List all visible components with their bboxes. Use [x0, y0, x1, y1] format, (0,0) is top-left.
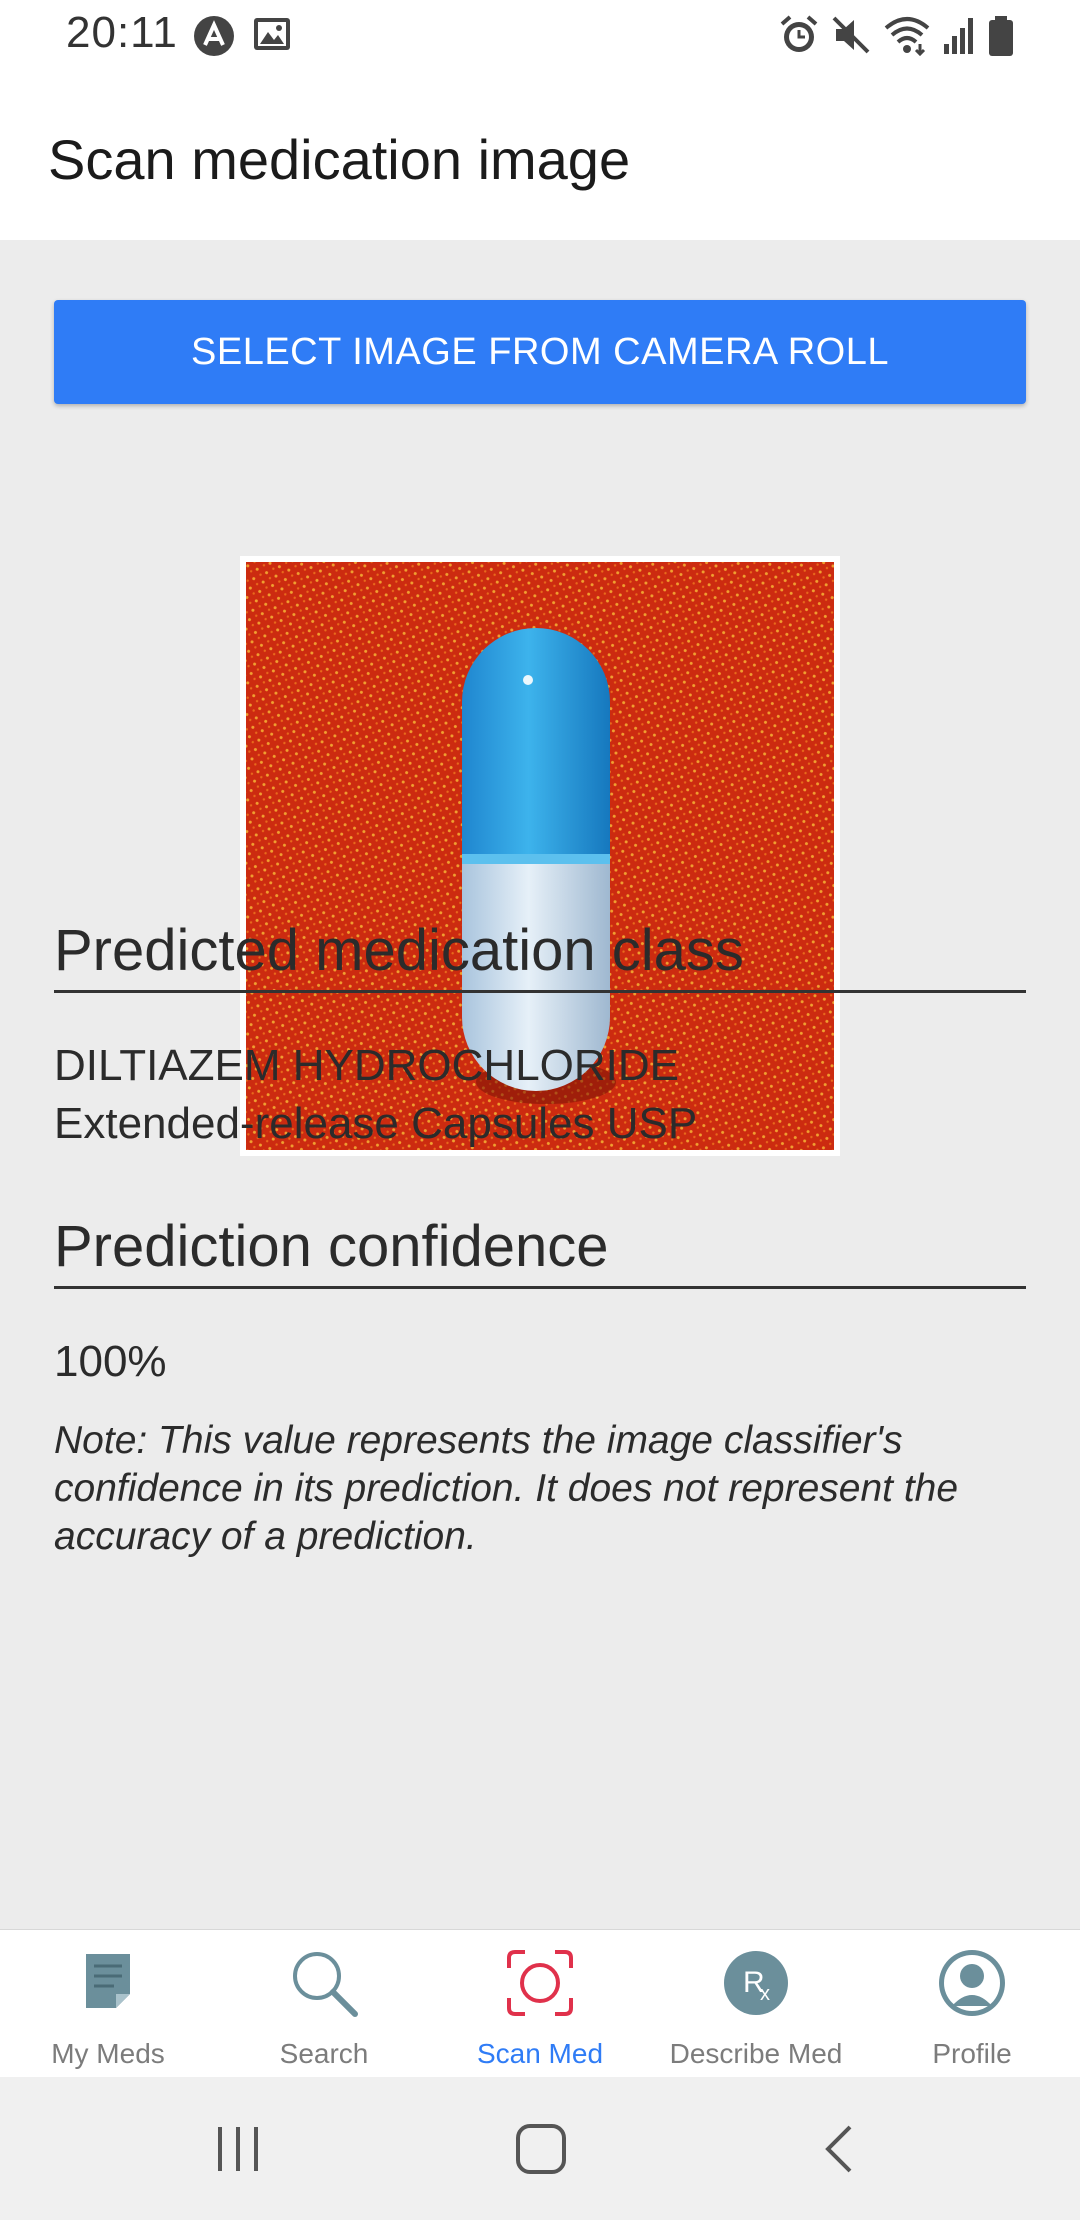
main-content[interactable]: SELECT IMAGE FROM CAMERA ROLL Predicted …: [0, 240, 1080, 1930]
notes-icon: [80, 1948, 136, 2017]
alarm-icon: [778, 14, 820, 61]
wifi-icon: [882, 14, 932, 61]
back-icon[interactable]: [820, 2121, 860, 2182]
status-bar: 20:11: [0, 0, 1080, 72]
svg-text:x: x: [760, 1983, 770, 2005]
tab-label-search: Search: [279, 2038, 369, 2069]
confidence-value: 100%: [54, 1337, 167, 1386]
confidence-note-line3: accuracy of a prediction.: [54, 1515, 477, 1558]
tab-search[interactable]: Search: [216, 1930, 432, 2078]
tab-label-describe-med: Describe Med: [669, 2038, 843, 2069]
tab-label-my-meds: My Meds: [51, 2038, 165, 2069]
system-nav-bar: [0, 2077, 1080, 2220]
prediction-heading: Predicted medication class: [54, 917, 1026, 993]
confidence-heading: Prediction confidence: [54, 1213, 1026, 1289]
app-header: Scan medication image: [0, 72, 1080, 240]
signal-icon: [940, 14, 980, 61]
image-icon: [252, 14, 292, 59]
rx-icon: Rx: [721, 1948, 791, 2023]
status-time: 20:11: [66, 8, 178, 57]
tab-my-meds[interactable]: My Meds: [0, 1930, 216, 2078]
tab-profile[interactable]: Profile: [864, 1930, 1080, 2078]
search-icon: [289, 1948, 359, 2023]
battery-icon: [986, 14, 1016, 63]
bottom-tab-bar: My Meds Search Scan Med Rx Describe Med …: [0, 1929, 1080, 2078]
prediction-value-line1: DILTIAZEM HYDROCHLORIDE: [54, 1041, 680, 1090]
recents-icon[interactable]: [214, 2121, 264, 2182]
tab-describe-med[interactable]: Rx Describe Med: [648, 1930, 864, 2078]
select-image-button[interactable]: SELECT IMAGE FROM CAMERA ROLL: [54, 300, 1026, 404]
profile-icon: [937, 1948, 1007, 2023]
tab-scan-med[interactable]: Scan Med: [432, 1930, 648, 2078]
confidence-note-line1: Note: This value represents the image cl…: [54, 1419, 903, 1462]
mute-icon: [830, 14, 872, 61]
tab-label-profile: Profile: [932, 2038, 1012, 2069]
prediction-value-line2: Extended-release Capsules USP: [54, 1099, 698, 1148]
notification-a-icon: [192, 14, 236, 63]
tab-label-scan-med: Scan Med: [476, 2038, 604, 2069]
page-title: Scan medication image: [48, 128, 631, 191]
scan-icon: [505, 1948, 575, 2023]
confidence-note-line2: confidence in its prediction. It does no…: [54, 1467, 959, 1510]
home-icon[interactable]: [514, 2121, 568, 2182]
